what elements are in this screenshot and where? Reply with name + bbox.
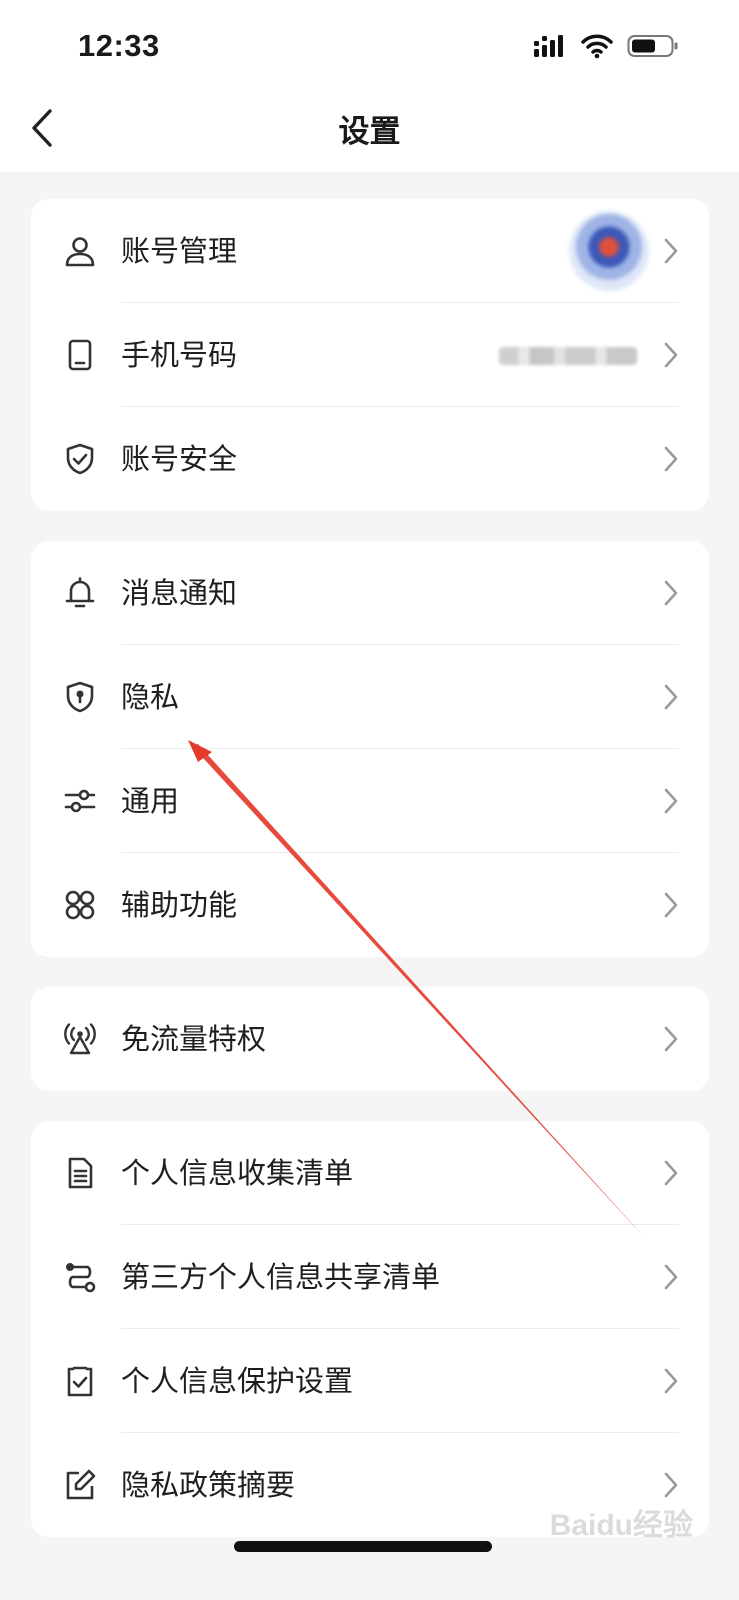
phone-number-value-redacted — [499, 347, 637, 365]
top-bar: 12:33 设置 — [0, 0, 739, 172]
settings-row-notifications[interactable]: 消息通知 — [31, 541, 709, 645]
battery-icon — [627, 35, 678, 57]
row-label: 个人信息保护设置 — [121, 1364, 354, 1398]
row-label: 账号管理 — [121, 234, 238, 268]
share-flow-icon — [66, 1263, 96, 1293]
bell-icon — [65, 577, 95, 608]
settings-row-privacy[interactable]: 隐私 — [31, 645, 709, 749]
sliders-icon — [64, 789, 96, 813]
chevron-right-icon — [664, 342, 678, 368]
status-icons — [533, 33, 679, 59]
signal-tower-icon — [64, 1023, 96, 1055]
privacy-shield-icon — [66, 681, 94, 713]
phone-icon — [68, 339, 92, 371]
watermark: Baidu经验 — [549, 1509, 693, 1542]
wifi-icon — [581, 34, 613, 59]
settings-row-account-management[interactable]: 账号管理 — [31, 199, 709, 303]
row-label: 辅助功能 — [121, 888, 238, 922]
personal-info-card: 个人信息收集清单 第三方个人信息共享清单 个人信息保护设置 隐私政策摘要 — [31, 1121, 709, 1537]
settings-row-phone-number[interactable]: 手机号码 — [31, 303, 709, 407]
row-label: 通用 — [121, 784, 180, 818]
settings-row-data-free-privilege[interactable]: 免流量特权 — [31, 987, 709, 1091]
chevron-right-icon — [664, 1368, 678, 1394]
chevron-right-icon — [664, 1472, 678, 1498]
row-label: 手机号码 — [121, 338, 238, 372]
chevron-right-icon — [664, 1026, 678, 1052]
row-label: 账号安全 — [121, 442, 238, 476]
row-label: 隐私政策摘要 — [121, 1468, 296, 1502]
chevron-right-icon — [664, 446, 678, 472]
shield-check-icon — [66, 443, 94, 475]
chevron-right-icon — [664, 1264, 678, 1290]
apps-icon — [65, 890, 95, 920]
row-label: 第三方个人信息共享清单 — [121, 1260, 441, 1294]
settings-row-personal-info-protection[interactable]: 个人信息保护设置 — [31, 1329, 709, 1433]
edit-icon — [66, 1469, 96, 1500]
chevron-right-icon — [664, 892, 678, 918]
chevron-right-icon — [664, 1160, 678, 1186]
settings-row-personal-info-list[interactable]: 个人信息收集清单 — [31, 1121, 709, 1225]
row-label: 个人信息收集清单 — [121, 1156, 354, 1190]
avatar — [569, 211, 649, 291]
person-icon — [65, 237, 95, 267]
settings-row-general[interactable]: 通用 — [31, 749, 709, 853]
row-label: 免流量特权 — [121, 1022, 267, 1056]
cellular-signal-icon — [534, 35, 563, 57]
chevron-right-icon — [664, 238, 678, 264]
chevron-right-icon — [664, 684, 678, 710]
account-settings-card: 账号管理 手机号码 账号安全 — [31, 199, 709, 511]
row-label: 消息通知 — [121, 576, 238, 610]
settings-row-accessibility[interactable]: 辅助功能 — [31, 853, 709, 957]
page-title: 设置 — [338, 114, 401, 150]
settings-row-account-security[interactable]: 账号安全 — [31, 407, 709, 511]
row-label: 隐私 — [121, 680, 180, 714]
document-list-icon — [68, 1157, 93, 1189]
settings-row-third-party-sharing[interactable]: 第三方个人信息共享清单 — [31, 1225, 709, 1329]
clipboard-check-icon — [67, 1366, 93, 1397]
data-free-card: 免流量特权 — [31, 987, 709, 1091]
home-indicator — [234, 1541, 492, 1552]
status-time: 12:33 — [78, 28, 160, 63]
chevron-right-icon — [664, 580, 678, 606]
chevron-right-icon — [664, 788, 678, 814]
general-settings-card: 消息通知 隐私 通用 辅助功能 — [31, 541, 709, 957]
